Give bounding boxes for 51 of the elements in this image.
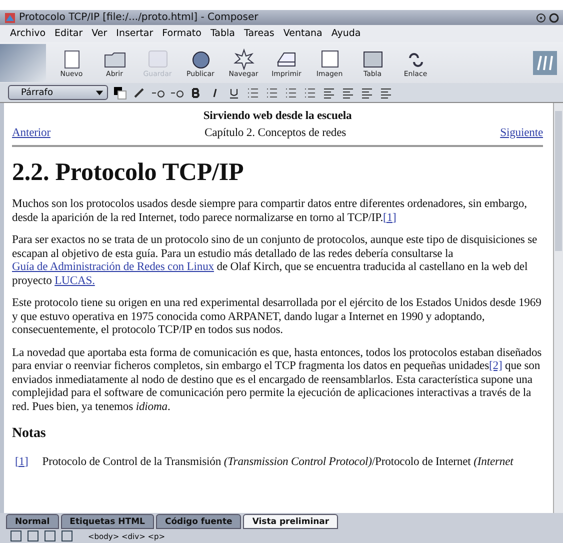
status-icon[interactable]	[10, 530, 22, 542]
chapter-title: Capítulo 2. Conceptos de redes	[204, 126, 346, 139]
document-header: Sirviendo web desde la escuela	[202, 109, 353, 122]
menu-item[interactable]: Formato	[162, 28, 202, 39]
footnote-link[interactable]: [1]	[15, 454, 28, 468]
view-tab[interactable]: Etiquetas HTML	[60, 514, 154, 529]
link[interactable]: Guía de Administración de Redes con Linux	[12, 260, 214, 273]
menu-item[interactable]: Tabla	[210, 28, 235, 39]
align-icon[interactable]	[360, 86, 374, 100]
link[interactable]: [2]	[489, 359, 502, 372]
menu-item[interactable]: Ventana	[283, 28, 322, 39]
paragraph: La novedad que aportaba esta forma de comunicación es que, hasta entonces, todos los protocolos estaban diseñados para enviar o reenviar ficheros completos, sin embargo el TCP fragmenta los datos en pequeñas unidades[2] que son enviados inmediatamente al nodo de destino que es el encargado de reensamblarlos. Esta característica supone una complejidad para el software de comunicación pero permite la ejecución de aplicaciones interactivas a través de la red. Pues bien, ya tenemos idioma.	[12, 346, 543, 413]
list-icon[interactable]	[284, 86, 298, 100]
app-logo	[533, 50, 557, 74]
app-icon	[4, 12, 16, 24]
minimize-icon[interactable]	[536, 12, 546, 22]
menu-item[interactable]: Insertar	[116, 28, 154, 39]
maximize-icon[interactable]	[549, 12, 559, 22]
menu-item[interactable]: Archivo	[10, 28, 46, 39]
list-icon[interactable]	[303, 86, 317, 100]
caret-icon	[95, 88, 104, 97]
paragraph: Muchos son los protocolos usados desde siempre para compartir datos entre diferentes ordenadores, sin embargo, desde la aparición de la red Internet, todo parece normalizarse en torno al TCP/IP.[1]	[12, 197, 528, 224]
scrollbar[interactable]	[553, 103, 563, 513]
menu-item[interactable]: Tareas	[244, 28, 274, 39]
paragraph-style-dropdown[interactable]: Párrafo	[8, 85, 108, 100]
status-icon[interactable]	[27, 530, 39, 542]
list-icon[interactable]	[265, 86, 279, 100]
paragraph: Para ser exactos no se trata de un protocolo sino de un conjunto de protocolos, aunque este tipo de disquisiciones se escapan al objetivo de esta guía. Para un estudio más detallado de las redes debería consultarse la Guía de Administración de Redes con Linux de Olaf Kirch, que se encuentra traducida al castellano en la web del proyecto LUCAS.	[12, 233, 538, 287]
view-tab[interactable]: Código fuente	[156, 514, 242, 529]
status-icon[interactable]	[44, 530, 56, 542]
footnote-text: Protocolo de Control de la Transmisión (Transmission Control Protocol)/Protocolo de Internet (Internet	[42, 454, 514, 468]
pencil-icon[interactable]	[132, 86, 146, 100]
section-heading: 2.2. Protocolo TCP/IP	[12, 159, 245, 187]
menu-item[interactable]: Ayuda	[331, 28, 361, 39]
menu-item[interactable]: Ver	[92, 28, 108, 39]
list-icon[interactable]	[246, 86, 260, 100]
view-tab[interactable]: Vista preliminar	[243, 514, 338, 529]
window-title: Protocolo TCP/IP [file:/.../proto.html] - Composer	[19, 12, 260, 23]
align-icon[interactable]	[379, 86, 393, 100]
menu-item[interactable]: Editar	[54, 28, 83, 39]
next-link[interactable]: Siguiente	[500, 126, 543, 139]
text-color-icon[interactable]	[113, 86, 127, 100]
link[interactable]: [1]	[383, 210, 396, 224]
previous-link[interactable]: Anterior	[12, 126, 50, 139]
align-icon[interactable]	[341, 86, 355, 100]
status-icon[interactable]	[61, 530, 73, 542]
link[interactable]: LUCAS.	[54, 274, 95, 286]
align-icon[interactable]	[322, 86, 336, 100]
view-tab[interactable]: Normal	[6, 514, 59, 529]
notes-heading: Notas	[12, 427, 47, 440]
paragraph: Este protocolo tiene su origen en una red experimental desarrollada por el ejército de los Estados Unidos desde 1969 y que estuvo operativa en 1975 conocida como ARPANET, dando lugar a Internet en 1990 y adoptando, consecuentemente, el protocolo TCP/IP en todos sus nodos.	[12, 296, 542, 336]
